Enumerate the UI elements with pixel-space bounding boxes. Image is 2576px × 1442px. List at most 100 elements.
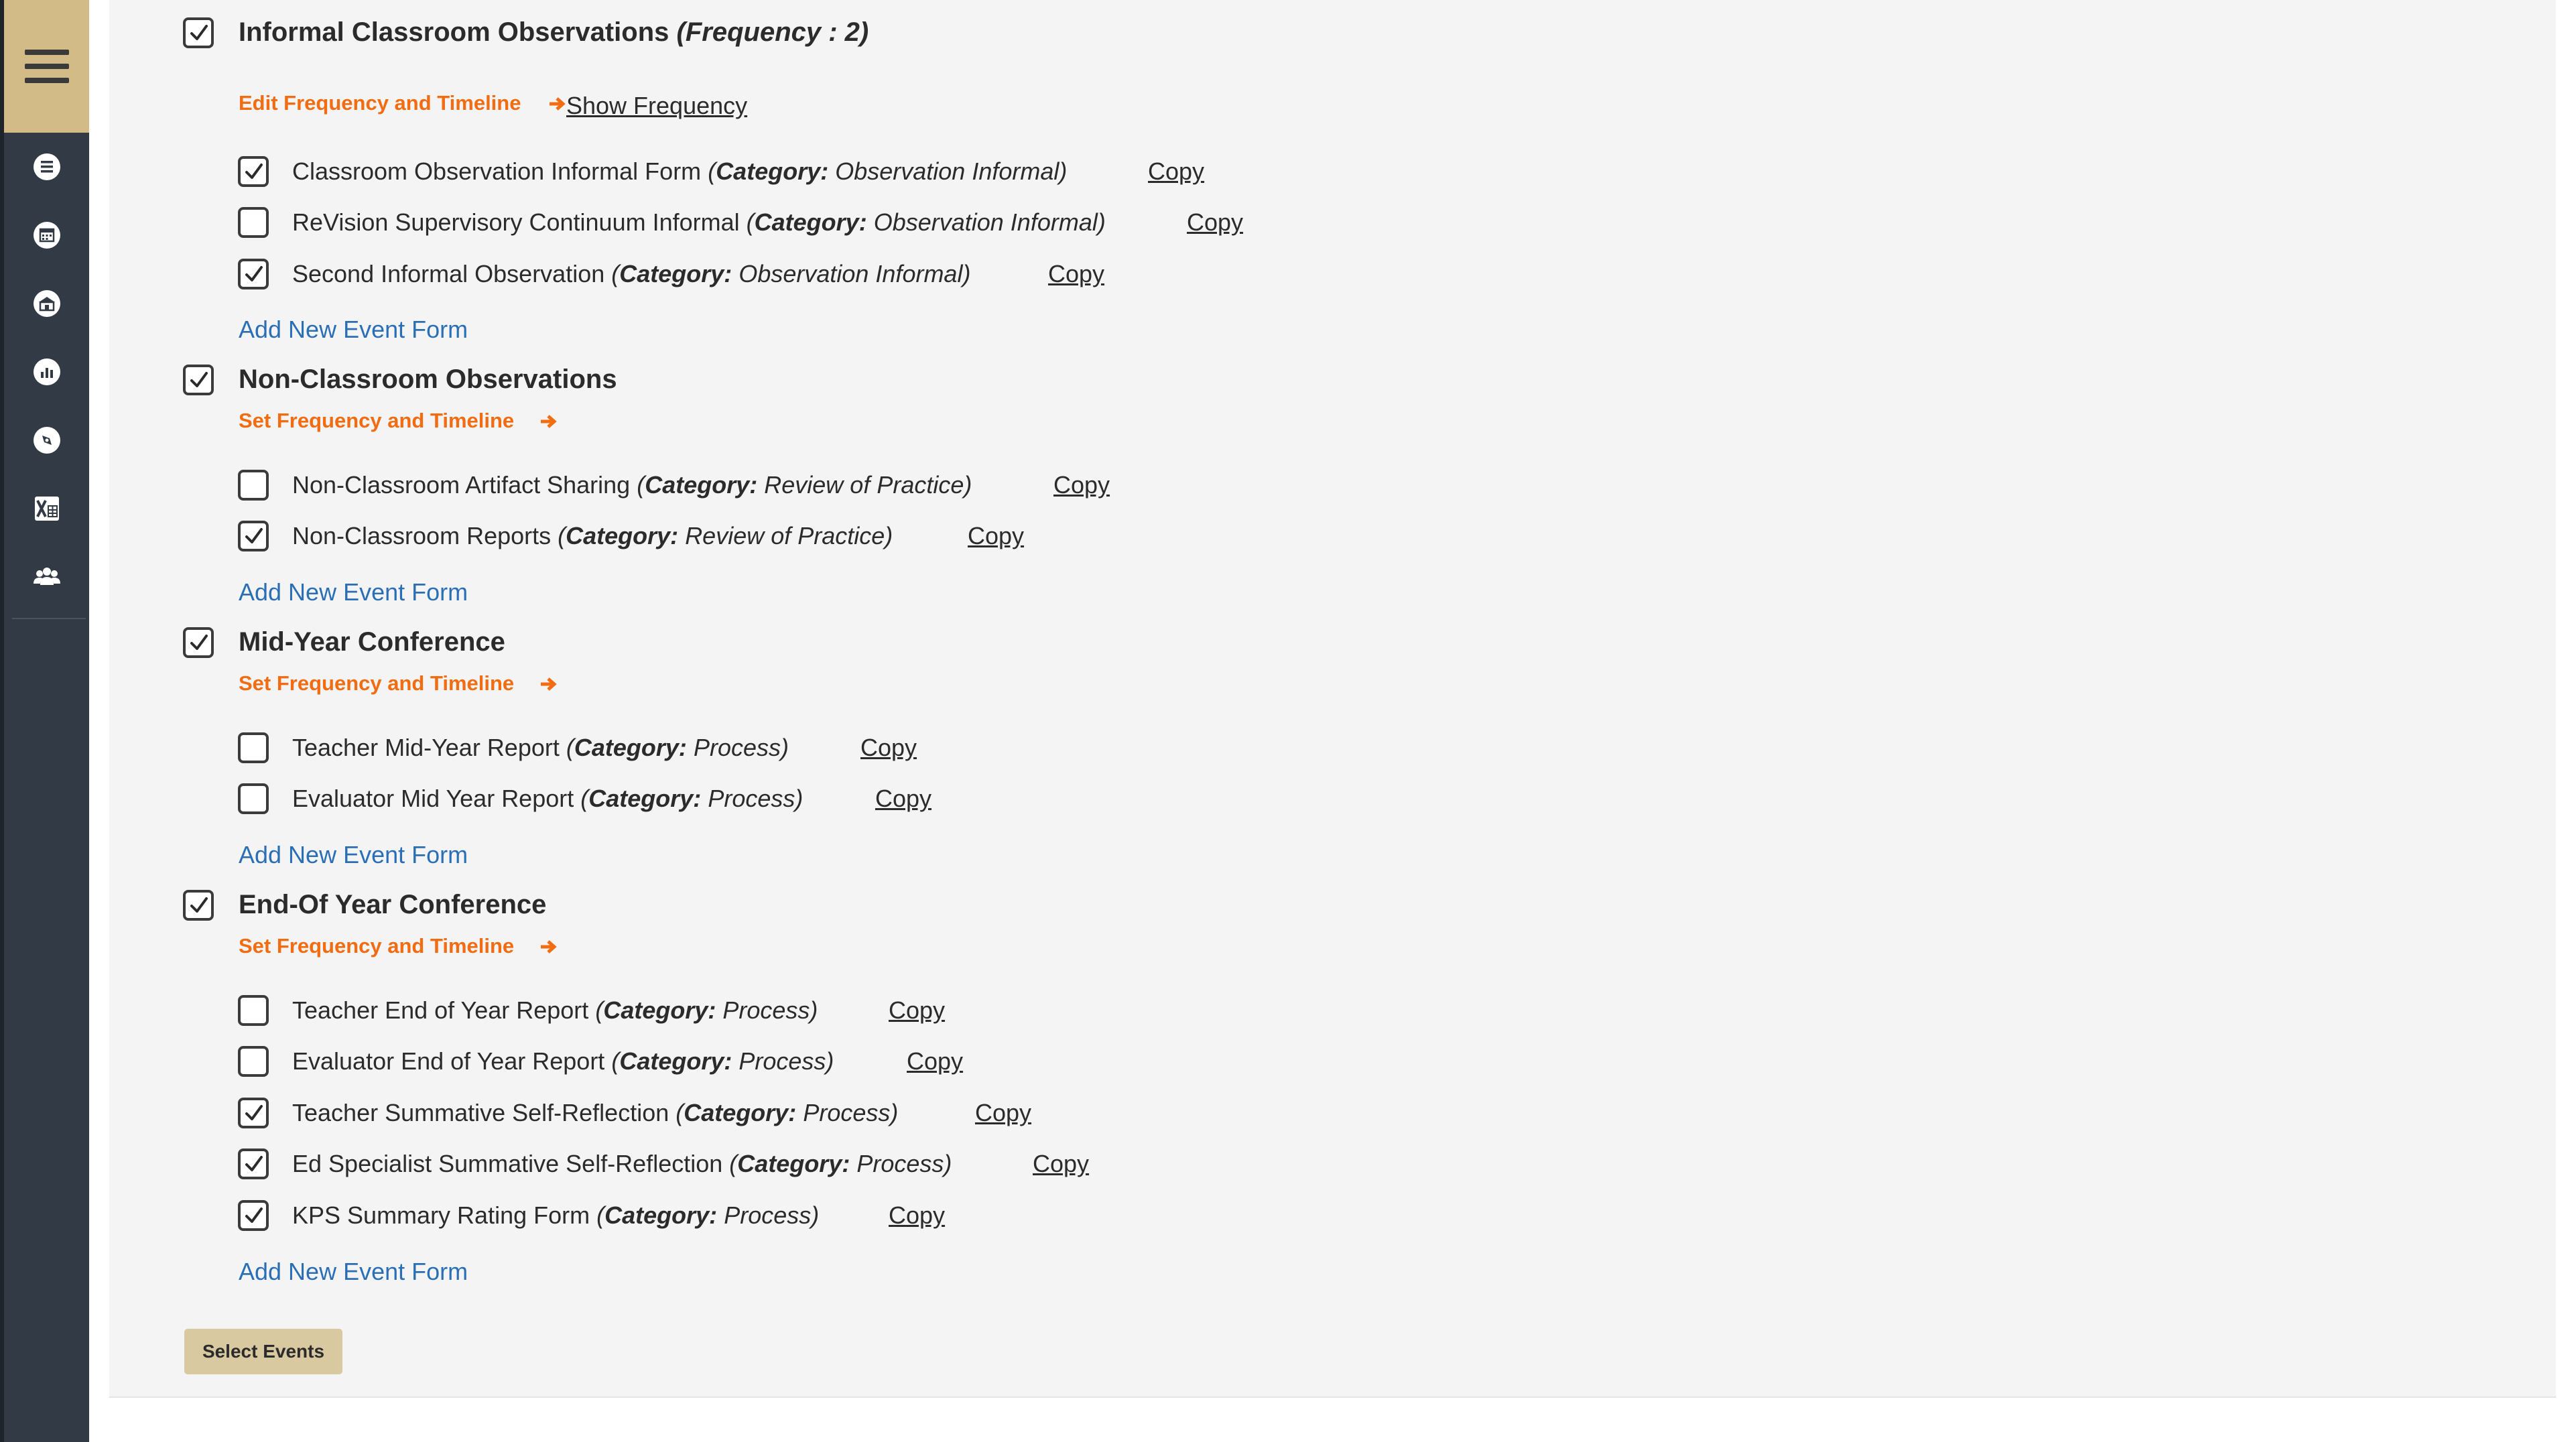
copy-link[interactable]: Copy bbox=[860, 733, 917, 763]
form-label: Teacher End of Year Report (Category: Pr… bbox=[292, 996, 818, 1024]
set-frequency-link[interactable]: Set Frequency and Timeline bbox=[239, 933, 514, 960]
copy-link[interactable]: Copy bbox=[1048, 259, 1104, 289]
form-label: Non-Classroom Reports (Category: Review … bbox=[292, 522, 893, 549]
select-events-button[interactable]: Select Events bbox=[184, 1329, 342, 1374]
form-name: Second Informal Observation bbox=[292, 260, 605, 287]
compass-icon bbox=[33, 427, 60, 454]
checkmark-icon bbox=[190, 25, 208, 40]
users-icon bbox=[33, 568, 60, 585]
category-value: Observation Informal bbox=[873, 208, 1098, 236]
form-name: Teacher Mid-Year Report bbox=[292, 734, 560, 761]
sidebar-item-calendar[interactable] bbox=[4, 201, 89, 269]
category-value: Observation Informal bbox=[835, 157, 1059, 185]
section-checkbox-end-of-year-conference[interactable] bbox=[183, 890, 214, 921]
list-icon bbox=[33, 153, 60, 180]
form-checkbox[interactable] bbox=[238, 1149, 269, 1179]
category-value: Observation Informal bbox=[738, 260, 963, 287]
school-icon bbox=[33, 290, 60, 317]
hamburger-menu-icon[interactable] bbox=[24, 50, 69, 83]
add-new-event-form-link[interactable]: Add New Event Form bbox=[239, 315, 468, 344]
checkmark-icon bbox=[190, 635, 208, 650]
form-label: Classroom Observation Informal Form (Cat… bbox=[292, 157, 1068, 185]
checkmark-icon bbox=[190, 372, 208, 387]
form-label: Teacher Mid-Year Report (Category: Proce… bbox=[292, 734, 789, 761]
section-frequency: (Frequency : 2) bbox=[676, 17, 869, 47]
copy-link[interactable]: Copy bbox=[875, 784, 931, 813]
page: Informal Classroom Observations (Frequen… bbox=[0, 0, 2576, 1442]
sidebar bbox=[0, 0, 89, 1442]
copy-link[interactable]: Copy bbox=[1033, 1149, 1089, 1179]
copy-link[interactable]: Copy bbox=[1187, 208, 1243, 237]
set-frequency-link[interactable]: Set Frequency and Timeline bbox=[239, 670, 514, 697]
category-label: Category: bbox=[574, 734, 687, 761]
section-title: End-Of Year Conference bbox=[239, 890, 547, 919]
form-checkbox[interactable] bbox=[238, 470, 269, 501]
copy-link[interactable]: Copy bbox=[907, 1047, 963, 1076]
form-checkbox[interactable] bbox=[238, 521, 269, 551]
section-checkbox-non-classroom-observations[interactable] bbox=[183, 365, 214, 395]
checkmark-icon bbox=[245, 1156, 263, 1171]
copy-link[interactable]: Copy bbox=[1148, 157, 1204, 186]
sidebar-item-excel[interactable] bbox=[4, 474, 89, 543]
category-value: Process bbox=[722, 996, 810, 1024]
category-value: Process bbox=[708, 785, 795, 812]
sidebar-item-list[interactable] bbox=[4, 133, 89, 201]
sidebar-item-users[interactable] bbox=[4, 543, 89, 611]
checkmark-icon bbox=[245, 528, 263, 543]
category-label: Category: bbox=[619, 260, 732, 287]
sidebar-item-school[interactable] bbox=[4, 269, 89, 338]
show-frequency-link[interactable]: Show Frequency bbox=[566, 91, 747, 121]
checkmark-icon bbox=[245, 1207, 263, 1223]
section-title-text: Informal Classroom Observations bbox=[239, 17, 669, 47]
category-value: Process bbox=[724, 1201, 812, 1229]
copy-link[interactable]: Copy bbox=[968, 521, 1024, 551]
form-label: Evaluator End of Year Report (Category: … bbox=[292, 1047, 834, 1075]
form-checkbox[interactable] bbox=[238, 1200, 269, 1231]
section-checkbox-mid-year-conference[interactable] bbox=[183, 627, 214, 658]
arrow-right-icon bbox=[541, 415, 557, 428]
form-label: ReVision Supervisory Continuum Informal … bbox=[292, 208, 1106, 236]
event-selection-panel: Informal Classroom Observations (Frequen… bbox=[109, 0, 2556, 1398]
form-name: Evaluator Mid Year Report bbox=[292, 785, 574, 812]
set-frequency-link[interactable]: Set Frequency and Timeline bbox=[239, 407, 514, 434]
category-value: Review of Practice bbox=[764, 471, 964, 499]
form-checkbox[interactable] bbox=[238, 732, 269, 763]
copy-link[interactable]: Copy bbox=[889, 996, 945, 1025]
form-checkbox[interactable] bbox=[238, 995, 269, 1026]
form-checkbox[interactable] bbox=[238, 259, 269, 289]
form-name: KPS Summary Rating Form bbox=[292, 1201, 590, 1229]
form-name: Teacher Summative Self-Reflection bbox=[292, 1099, 669, 1126]
form-name: Non-Classroom Artifact Sharing bbox=[292, 471, 631, 499]
section-title: Mid-Year Conference bbox=[239, 627, 505, 657]
category-value: Process bbox=[803, 1099, 891, 1126]
category-label: Category: bbox=[588, 785, 702, 812]
sidebar-item-compass[interactable] bbox=[4, 406, 89, 474]
category-label: Category: bbox=[716, 157, 829, 185]
arrow-right-icon bbox=[541, 940, 557, 954]
copy-link[interactable]: Copy bbox=[975, 1098, 1031, 1128]
bar-chart-icon bbox=[33, 358, 60, 385]
section-checkbox-informal-classroom-observations[interactable] bbox=[183, 17, 214, 48]
form-label: Teacher Summative Self-Reflection (Categ… bbox=[292, 1099, 899, 1126]
form-checkbox[interactable] bbox=[238, 156, 269, 187]
form-checkbox[interactable] bbox=[238, 783, 269, 814]
arrow-right-icon bbox=[541, 677, 557, 691]
form-checkbox[interactable] bbox=[238, 207, 269, 238]
copy-link[interactable]: Copy bbox=[1053, 470, 1110, 500]
add-new-event-form-link[interactable]: Add New Event Form bbox=[239, 1257, 468, 1287]
add-new-event-form-link[interactable]: Add New Event Form bbox=[239, 578, 468, 607]
form-checkbox[interactable] bbox=[238, 1098, 269, 1128]
form-checkbox[interactable] bbox=[238, 1046, 269, 1077]
copy-link[interactable]: Copy bbox=[889, 1201, 945, 1230]
add-new-event-form-link[interactable]: Add New Event Form bbox=[239, 840, 468, 870]
form-name: Ed Specialist Summative Self-Reflection bbox=[292, 1150, 723, 1177]
checkmark-icon bbox=[245, 266, 263, 281]
category-label: Category: bbox=[603, 996, 716, 1024]
sidebar-nav bbox=[4, 133, 89, 611]
section-title: Informal Classroom Observations (Frequen… bbox=[239, 16, 868, 48]
sidebar-item-reports[interactable] bbox=[4, 338, 89, 406]
sidebar-header bbox=[4, 0, 89, 133]
excel-icon bbox=[34, 497, 59, 521]
edit-frequency-link[interactable]: Edit Frequency and Timeline bbox=[239, 90, 521, 117]
sidebar-divider bbox=[12, 618, 86, 619]
